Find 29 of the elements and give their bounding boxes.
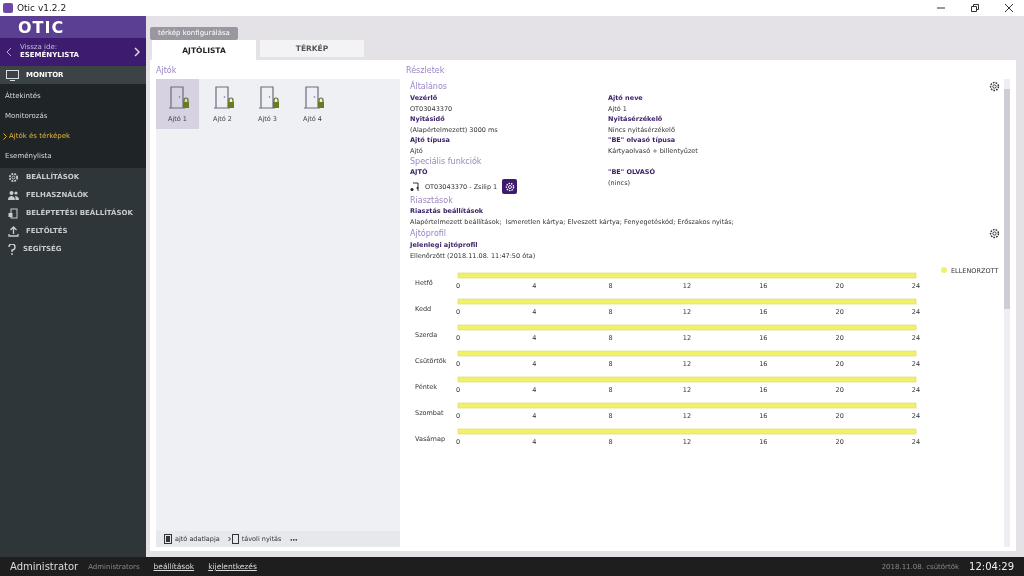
close-icon[interactable] (1004, 3, 1014, 13)
remote-door-icon (227, 534, 239, 544)
monitor-icon (6, 69, 19, 81)
settings-icon[interactable] (989, 228, 1000, 239)
chevron-right-icon (134, 47, 140, 57)
settings-icon[interactable] (989, 81, 1000, 92)
gear-icon (8, 171, 19, 183)
section-title: Ajtók (156, 66, 178, 77)
upload-icon (8, 225, 19, 237)
section-heading: Ajtóprofil (410, 229, 447, 238)
app-icon (3, 3, 13, 13)
restore-icon[interactable] (970, 3, 980, 13)
section-heading: Általános (410, 82, 447, 91)
section-heading: Speciális funkciók (410, 157, 483, 166)
chevron-right-icon (3, 132, 7, 140)
chevron-left-icon (6, 47, 12, 57)
user-name: Administrator (10, 561, 79, 572)
section-heading: Riasztások (410, 196, 454, 205)
logo: OTIC (18, 17, 65, 37)
scrollbar-thumb[interactable] (1004, 89, 1010, 309)
settings-button[interactable] (502, 179, 518, 194)
window-title: Otic v1.2.2 (17, 3, 67, 13)
document-icon (164, 534, 172, 544)
lock-door-icon (8, 207, 19, 219)
clock-text: 12:04:29 (969, 561, 1014, 572)
help-icon (8, 243, 16, 255)
section-title: Részletek (406, 66, 446, 77)
door-sound-icon (410, 181, 420, 192)
users-icon (8, 190, 19, 200)
